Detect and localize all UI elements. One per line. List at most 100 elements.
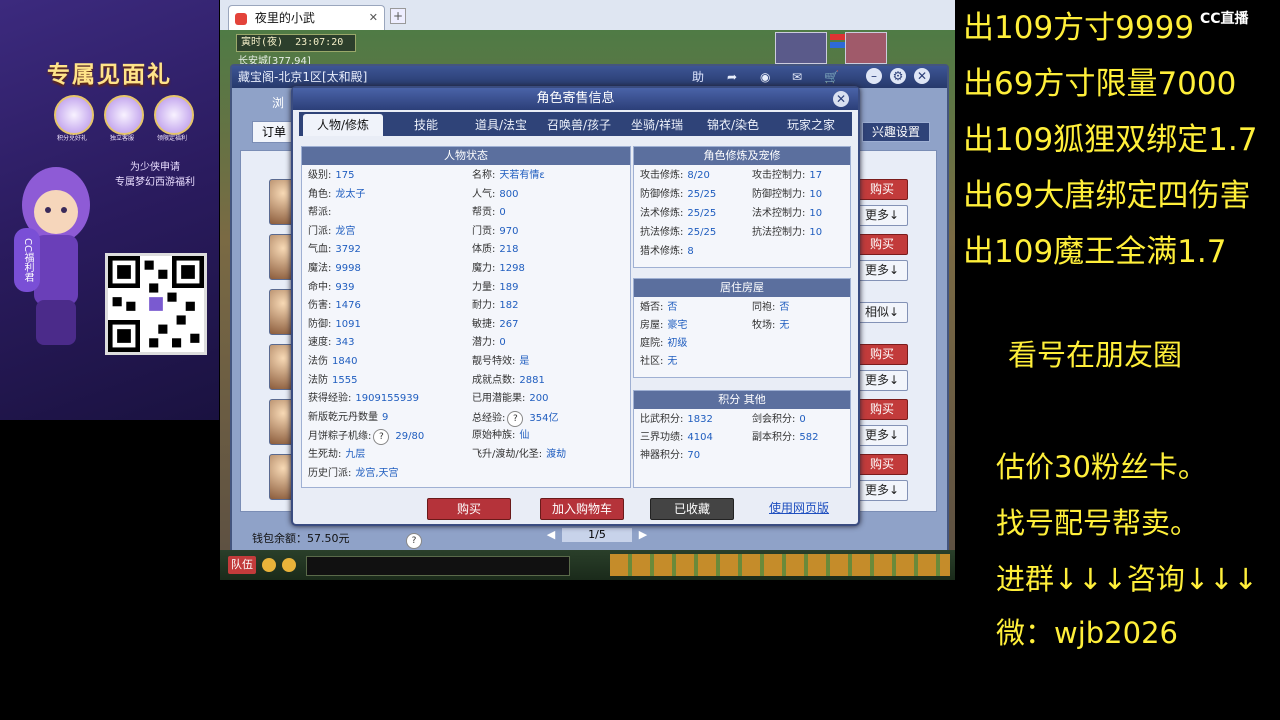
web-version-link[interactable]: 使用网页版 <box>769 498 829 518</box>
interest-settings-button[interactable]: 兴趣设置 <box>862 122 930 142</box>
prev-page-icon[interactable]: ◀ <box>542 528 560 542</box>
promo-subtitle: 为少侠申请 专属梦幻西游福利 <box>96 160 214 190</box>
pet-portrait[interactable] <box>845 32 887 64</box>
field-label: 月饼粽子机缘: <box>308 431 372 443</box>
section-header: 人物状态 <box>302 147 630 165</box>
wallet-help-icon[interactable]: ? <box>404 528 424 549</box>
note-line: 微：wjb2026 <box>996 616 1178 650</box>
row-buy-button[interactable]: 购买 <box>856 234 908 255</box>
house-section: 居住房屋 婚否: 否同袍: 否房屋: 豪宅 牧场: 无庭院: 初级 社区: 无 <box>633 278 851 378</box>
status-row: 敏捷: 267 <box>472 318 518 332</box>
add-to-cart-button[interactable]: 加入购物车 <box>540 498 624 520</box>
field-value: 25/25 <box>687 208 717 219</box>
help-icon[interactable]: 助 <box>692 66 704 88</box>
field-label: 帮派: <box>308 207 332 219</box>
minimize-icon[interactable]: – <box>866 68 882 84</box>
field-label: 社区: <box>640 356 664 367</box>
favorited-button[interactable]: 已收藏 <box>650 498 734 520</box>
status-row: 门贡: 970 <box>472 225 518 239</box>
promo-subtitle-line: 为少侠申请 <box>130 162 180 173</box>
row-more-button[interactable]: 更多↓ <box>856 370 908 391</box>
row-more-button[interactable]: 更多↓ <box>856 205 908 226</box>
tab-items[interactable]: 道具/法宝 <box>465 114 537 136</box>
browse-tab[interactable]: 浏 <box>272 94 284 111</box>
field-value: 10 <box>809 208 823 219</box>
status-row: 飞升/渡劫/化圣: 渡劫 <box>472 448 566 462</box>
help-icon[interactable]: ? <box>373 429 390 446</box>
tab-pets[interactable]: 召唤兽/孩子 <box>539 114 619 136</box>
info-row: 比武积分: 1832 <box>640 413 713 427</box>
field-value: 939 <box>335 281 355 293</box>
settings-icon[interactable]: ⚙ <box>890 68 906 84</box>
row-more-button[interactable]: 更多↓ <box>856 260 908 281</box>
info-row: 攻击控制力: 17 <box>752 169 822 183</box>
row-more-button[interactable]: 更多↓ <box>856 480 908 501</box>
note-line: 找号配号帮卖。 <box>996 506 1200 540</box>
field-label: 已用潜能果: <box>472 393 526 405</box>
next-page-icon[interactable]: ▶ <box>634 528 652 542</box>
sale-line: 出69方寸限量7000 <box>963 66 1237 102</box>
mic-icon[interactable] <box>262 558 276 572</box>
row-buy-button[interactable]: 购买 <box>856 179 908 200</box>
tab-outfits[interactable]: 锦衣/染色 <box>697 114 769 136</box>
field-label: 防御: <box>308 318 332 330</box>
info-row: 副本积分: 582 <box>752 431 818 445</box>
gift-icon[interactable] <box>154 95 194 135</box>
field-value: 582 <box>799 432 819 443</box>
points-icon[interactable] <box>54 95 94 135</box>
chat-input[interactable] <box>306 556 570 576</box>
cart-icon[interactable]: 🛒 <box>824 66 839 88</box>
record-icon[interactable]: ◉ <box>760 66 770 88</box>
row-buy-button[interactable]: 购买 <box>856 344 908 365</box>
service-icon[interactable] <box>104 95 144 135</box>
row-more-button[interactable]: 更多↓ <box>856 425 908 446</box>
field-label: 三界功绩: <box>640 432 684 443</box>
close-icon[interactable]: ✕ <box>914 68 930 84</box>
row-similar-button[interactable]: 相似↓ <box>856 302 908 323</box>
status-row: 总经验:? 354亿 <box>472 410 558 427</box>
new-tab-button[interactable]: + <box>390 8 406 24</box>
field-label: 防御修炼: <box>640 189 684 200</box>
help-icon[interactable]: ? <box>507 410 524 427</box>
emoji-icon[interactable] <box>282 558 296 572</box>
field-value: 否 <box>667 302 678 313</box>
field-label: 法伤 <box>308 356 328 367</box>
field-value: 0 <box>499 207 506 219</box>
player-portrait[interactable] <box>775 32 827 64</box>
sale-line: 出109方寸9999 <box>963 10 1195 46</box>
field-label: 飞升/渡劫/化圣: <box>472 449 543 460</box>
field-value: 8 <box>687 246 694 257</box>
tab-character[interactable]: 人物/修炼 <box>303 114 383 136</box>
row-buy-button[interactable]: 购买 <box>856 399 908 420</box>
field-label: 气血: <box>308 244 332 256</box>
field-value: 2881 <box>519 374 545 386</box>
field-value: 无 <box>779 320 790 331</box>
tab-skills[interactable]: 技能 <box>391 114 461 136</box>
section-header: 角色修炼及宠修 <box>634 147 850 165</box>
close-tab-icon[interactable]: ✕ <box>369 6 378 30</box>
field-value: 龙宫 <box>335 225 356 237</box>
dialog-close-icon[interactable]: ✕ <box>833 91 849 107</box>
buy-button[interactable]: 购买 <box>427 498 511 520</box>
info-row: 房屋: 豪宅 <box>640 319 687 333</box>
field-label: 帮贡: <box>472 207 496 219</box>
field-value: 仙 <box>519 430 530 442</box>
browser-tab[interactable]: 夜里的小武 ✕ <box>228 5 385 30</box>
tab-mounts[interactable]: 坐骑/祥瑞 <box>621 114 693 136</box>
share-icon[interactable]: ➦ <box>727 66 737 88</box>
field-value: 1840 <box>332 356 358 367</box>
field-label: 靓号特效: <box>472 356 516 367</box>
chat-icon[interactable]: ✉ <box>792 66 802 88</box>
friend-circle-note: 看号在朋友圈 <box>1008 338 1183 372</box>
field-value: 200 <box>529 393 549 405</box>
skill-shortcuts[interactable] <box>610 554 950 576</box>
tab-player-home[interactable]: 玩家之家 <box>773 114 849 136</box>
field-value: 1555 <box>332 374 358 386</box>
order-button[interactable]: 订单 <box>252 121 296 143</box>
status-row: 新版乾元丹数量 9 <box>308 411 388 425</box>
row-buy-button[interactable]: 购买 <box>856 454 908 475</box>
team-button[interactable]: 队伍 <box>228 556 256 574</box>
role-info-dialog: 角色寄售信息 ✕ 人物/修炼 技能 道具/法宝 召唤兽/孩子 坐骑/祥瑞 锦衣/… <box>291 86 860 526</box>
field-value: 25/25 <box>687 227 717 238</box>
field-value: 3792 <box>335 244 361 256</box>
